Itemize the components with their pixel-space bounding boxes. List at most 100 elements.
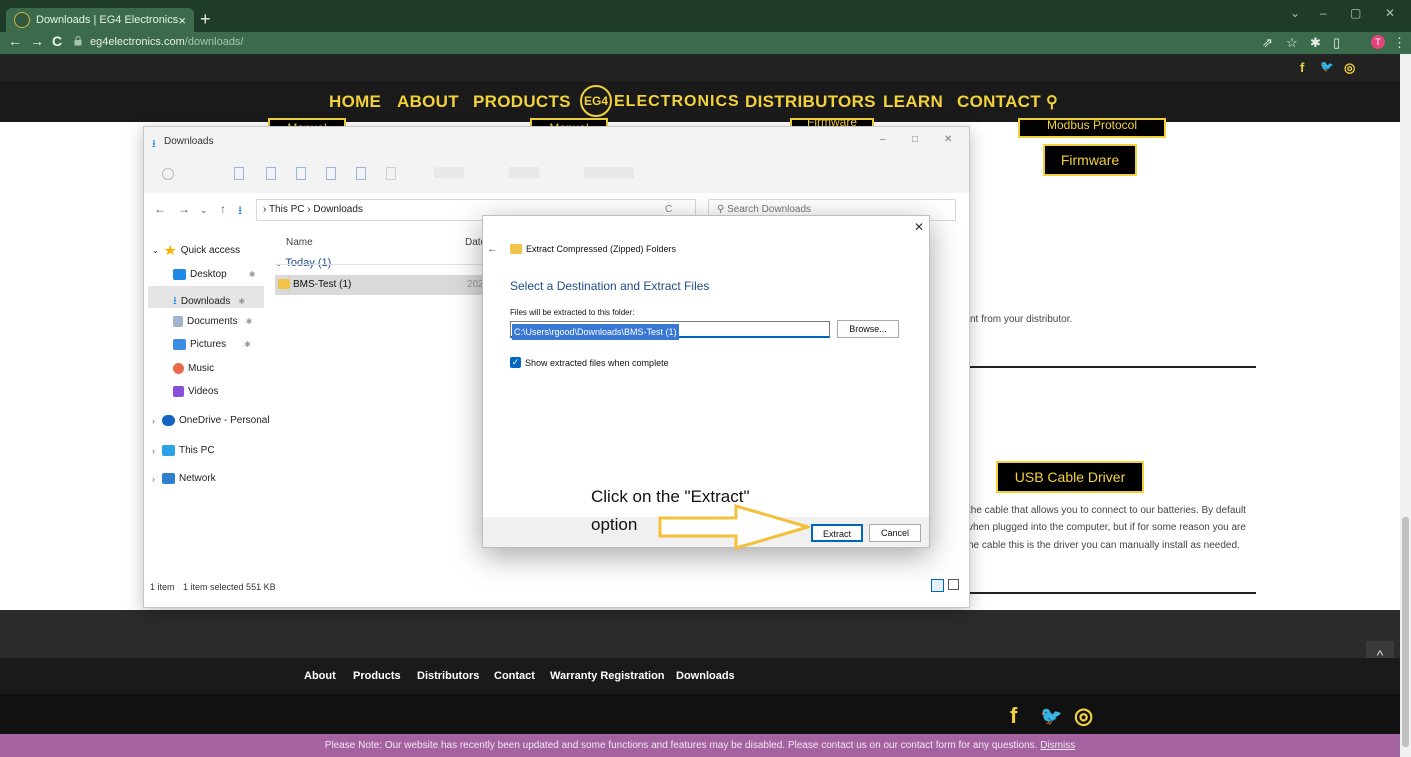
pin-icon[interactable]: ✱: [246, 317, 253, 326]
nav-distributors[interactable]: DISTRIBUTORS: [745, 92, 876, 112]
file-row[interactable]: BMS-Test (1) 2022: [275, 275, 489, 295]
copy-icon[interactable]: [266, 167, 276, 180]
extensions-icon[interactable]: ✱: [1310, 35, 1321, 51]
cancel-button[interactable]: Cancel: [869, 524, 921, 542]
large-icons-view-icon[interactable]: [948, 579, 959, 590]
explorer-close-button[interactable]: ✕: [944, 134, 952, 145]
details-view-icon[interactable]: [931, 579, 944, 592]
back-icon[interactable]: ←: [8, 33, 22, 49]
search-icon[interactable]: ⚲: [1046, 92, 1058, 112]
dialog-back-icon[interactable]: ←: [487, 243, 498, 255]
pin-icon[interactable]: ✱: [238, 297, 245, 306]
nav-learn[interactable]: LEARN: [883, 92, 943, 112]
window-close-button[interactable]: ✕: [1385, 6, 1395, 20]
footer-link-downloads[interactable]: Downloads: [676, 670, 735, 682]
path-downloads[interactable]: Downloads: [313, 204, 362, 215]
paste-icon[interactable]: [296, 167, 306, 180]
browser-menu-icon[interactable]: ⋮: [1393, 35, 1406, 51]
share-icon[interactable]: ⇗: [1262, 35, 1273, 51]
sidebar-item-downloads[interactable]: ⭳ Downloads ✱: [173, 292, 245, 311]
zip-folder-icon: [278, 279, 290, 289]
side-panel-icon[interactable]: ▯: [1333, 35, 1340, 51]
cut-icon[interactable]: [234, 167, 244, 180]
view-icon[interactable]: [509, 167, 539, 178]
explorer-status-bar: 1 item 1 item selected 551 KB: [150, 582, 276, 592]
firmware-button[interactable]: Firmware: [1043, 144, 1137, 176]
network-icon: [162, 473, 175, 484]
sidebar-item-onedrive[interactable]: › OneDrive - Personal: [152, 415, 270, 426]
instagram-icon[interactable]: ◎: [1074, 703, 1093, 729]
address-bar[interactable]: eg4electronics.com/downloads/: [90, 36, 244, 48]
nav-home[interactable]: HOME: [329, 92, 381, 112]
tab-search-icon[interactable]: ⌄: [1290, 6, 1300, 20]
show-files-checkbox[interactable]: ✓: [510, 357, 521, 368]
footer-link-about[interactable]: About: [304, 670, 336, 682]
twitter-icon[interactable]: 🐦: [1040, 706, 1062, 727]
column-header-name[interactable]: Name: [286, 237, 313, 248]
extract-button[interactable]: Extract: [811, 524, 863, 542]
tab-close-icon[interactable]: ×: [178, 13, 186, 28]
window-minimize-button[interactable]: –: [1320, 6, 1327, 20]
new-item-icon[interactable]: [162, 168, 174, 180]
lock-icon[interactable]: [74, 36, 82, 46]
forward-icon[interactable]: →: [30, 33, 44, 49]
share-icon[interactable]: [356, 167, 366, 180]
site-logo-mark[interactable]: EG4: [580, 85, 612, 117]
usb-cable-driver-button[interactable]: USB Cable Driver: [996, 461, 1144, 493]
up-folder-icon[interactable]: ↑: [220, 202, 226, 216]
bookmark-star-icon[interactable]: ☆: [1286, 35, 1298, 51]
group-header-today[interactable]: ⌄ Today (1): [275, 257, 331, 269]
destination-path-input[interactable]: C:\Users\rgood\Downloads\BMS-Test (1): [510, 321, 830, 340]
site-favicon-icon: [14, 12, 30, 28]
sidebar-item-label: Desktop: [190, 269, 227, 280]
explorer-minimize-button[interactable]: –: [880, 134, 886, 145]
path-this-pc[interactable]: This PC: [269, 204, 305, 215]
profile-avatar[interactable]: T: [1371, 35, 1385, 49]
browse-button[interactable]: Browse...: [837, 320, 899, 338]
modbus-protocol-button[interactable]: Modbus Protocol: [1018, 118, 1166, 138]
sidebar-item-videos[interactable]: Videos: [173, 386, 218, 397]
rename-icon[interactable]: [326, 167, 336, 180]
delete-icon[interactable]: [386, 167, 396, 180]
footer-link-products[interactable]: Products: [353, 670, 401, 682]
explorer-title-bar[interactable]: ⭳ Downloads – □ ✕: [144, 127, 969, 157]
sidebar-item-pictures[interactable]: Pictures ✱: [173, 339, 251, 350]
browser-tab[interactable]: Downloads | EG4 Electronics ×: [6, 8, 194, 32]
sidebar-item-network[interactable]: › Network: [152, 473, 216, 484]
sidebar-item-quick-access[interactable]: ⌄ Quick access: [152, 245, 240, 256]
recent-locations-icon[interactable]: ⌄: [200, 205, 208, 216]
reload-icon[interactable]: C: [52, 33, 62, 49]
nav-contact[interactable]: CONTACT: [957, 92, 1041, 112]
section-divider: [968, 366, 1256, 368]
dialog-title: Extract Compressed (Zipped) Folders: [526, 244, 677, 254]
facebook-icon[interactable]: f: [1010, 703, 1017, 729]
new-tab-button[interactable]: +: [200, 8, 211, 30]
page-scrollbar-thumb[interactable]: [1402, 517, 1409, 747]
dismiss-link[interactable]: Dismiss: [1040, 740, 1075, 751]
explorer-forward-icon[interactable]: →: [178, 202, 190, 216]
sidebar-item-this-pc[interactable]: › This PC: [152, 445, 215, 456]
footer-link-warranty-registration[interactable]: Warranty Registration: [550, 670, 665, 682]
twitter-icon[interactable]: 🐦: [1320, 60, 1334, 73]
explorer-search-placeholder: Search Downloads: [727, 204, 812, 215]
documents-icon: [173, 316, 183, 327]
site-logo-text[interactable]: ELECTRONICS: [614, 93, 740, 111]
footer-link-contact[interactable]: Contact: [494, 670, 535, 682]
sort-icon[interactable]: [434, 167, 464, 178]
pin-icon[interactable]: ✱: [249, 270, 256, 279]
nav-about[interactable]: ABOUT: [397, 92, 459, 112]
dialog-close-icon[interactable]: ✕: [914, 220, 924, 234]
facebook-icon[interactable]: f: [1300, 60, 1304, 75]
explorer-maximize-button[interactable]: □: [912, 134, 918, 145]
sidebar-item-music[interactable]: Music: [173, 363, 214, 374]
pin-icon[interactable]: ✱: [244, 340, 251, 349]
sidebar-item-documents[interactable]: Documents ✱: [173, 316, 252, 327]
instagram-icon[interactable]: ◎: [1344, 60, 1355, 76]
sidebar-item-label: Music: [188, 363, 215, 374]
sidebar-item-desktop[interactable]: Desktop ✱: [173, 269, 255, 280]
explorer-back-icon[interactable]: ←: [154, 202, 166, 216]
nav-products[interactable]: PRODUCTS: [473, 92, 571, 112]
footer-link-distributors[interactable]: Distributors: [417, 670, 479, 682]
extract-all-icon[interactable]: [584, 167, 634, 178]
window-restore-button[interactable]: ▢: [1350, 6, 1361, 20]
